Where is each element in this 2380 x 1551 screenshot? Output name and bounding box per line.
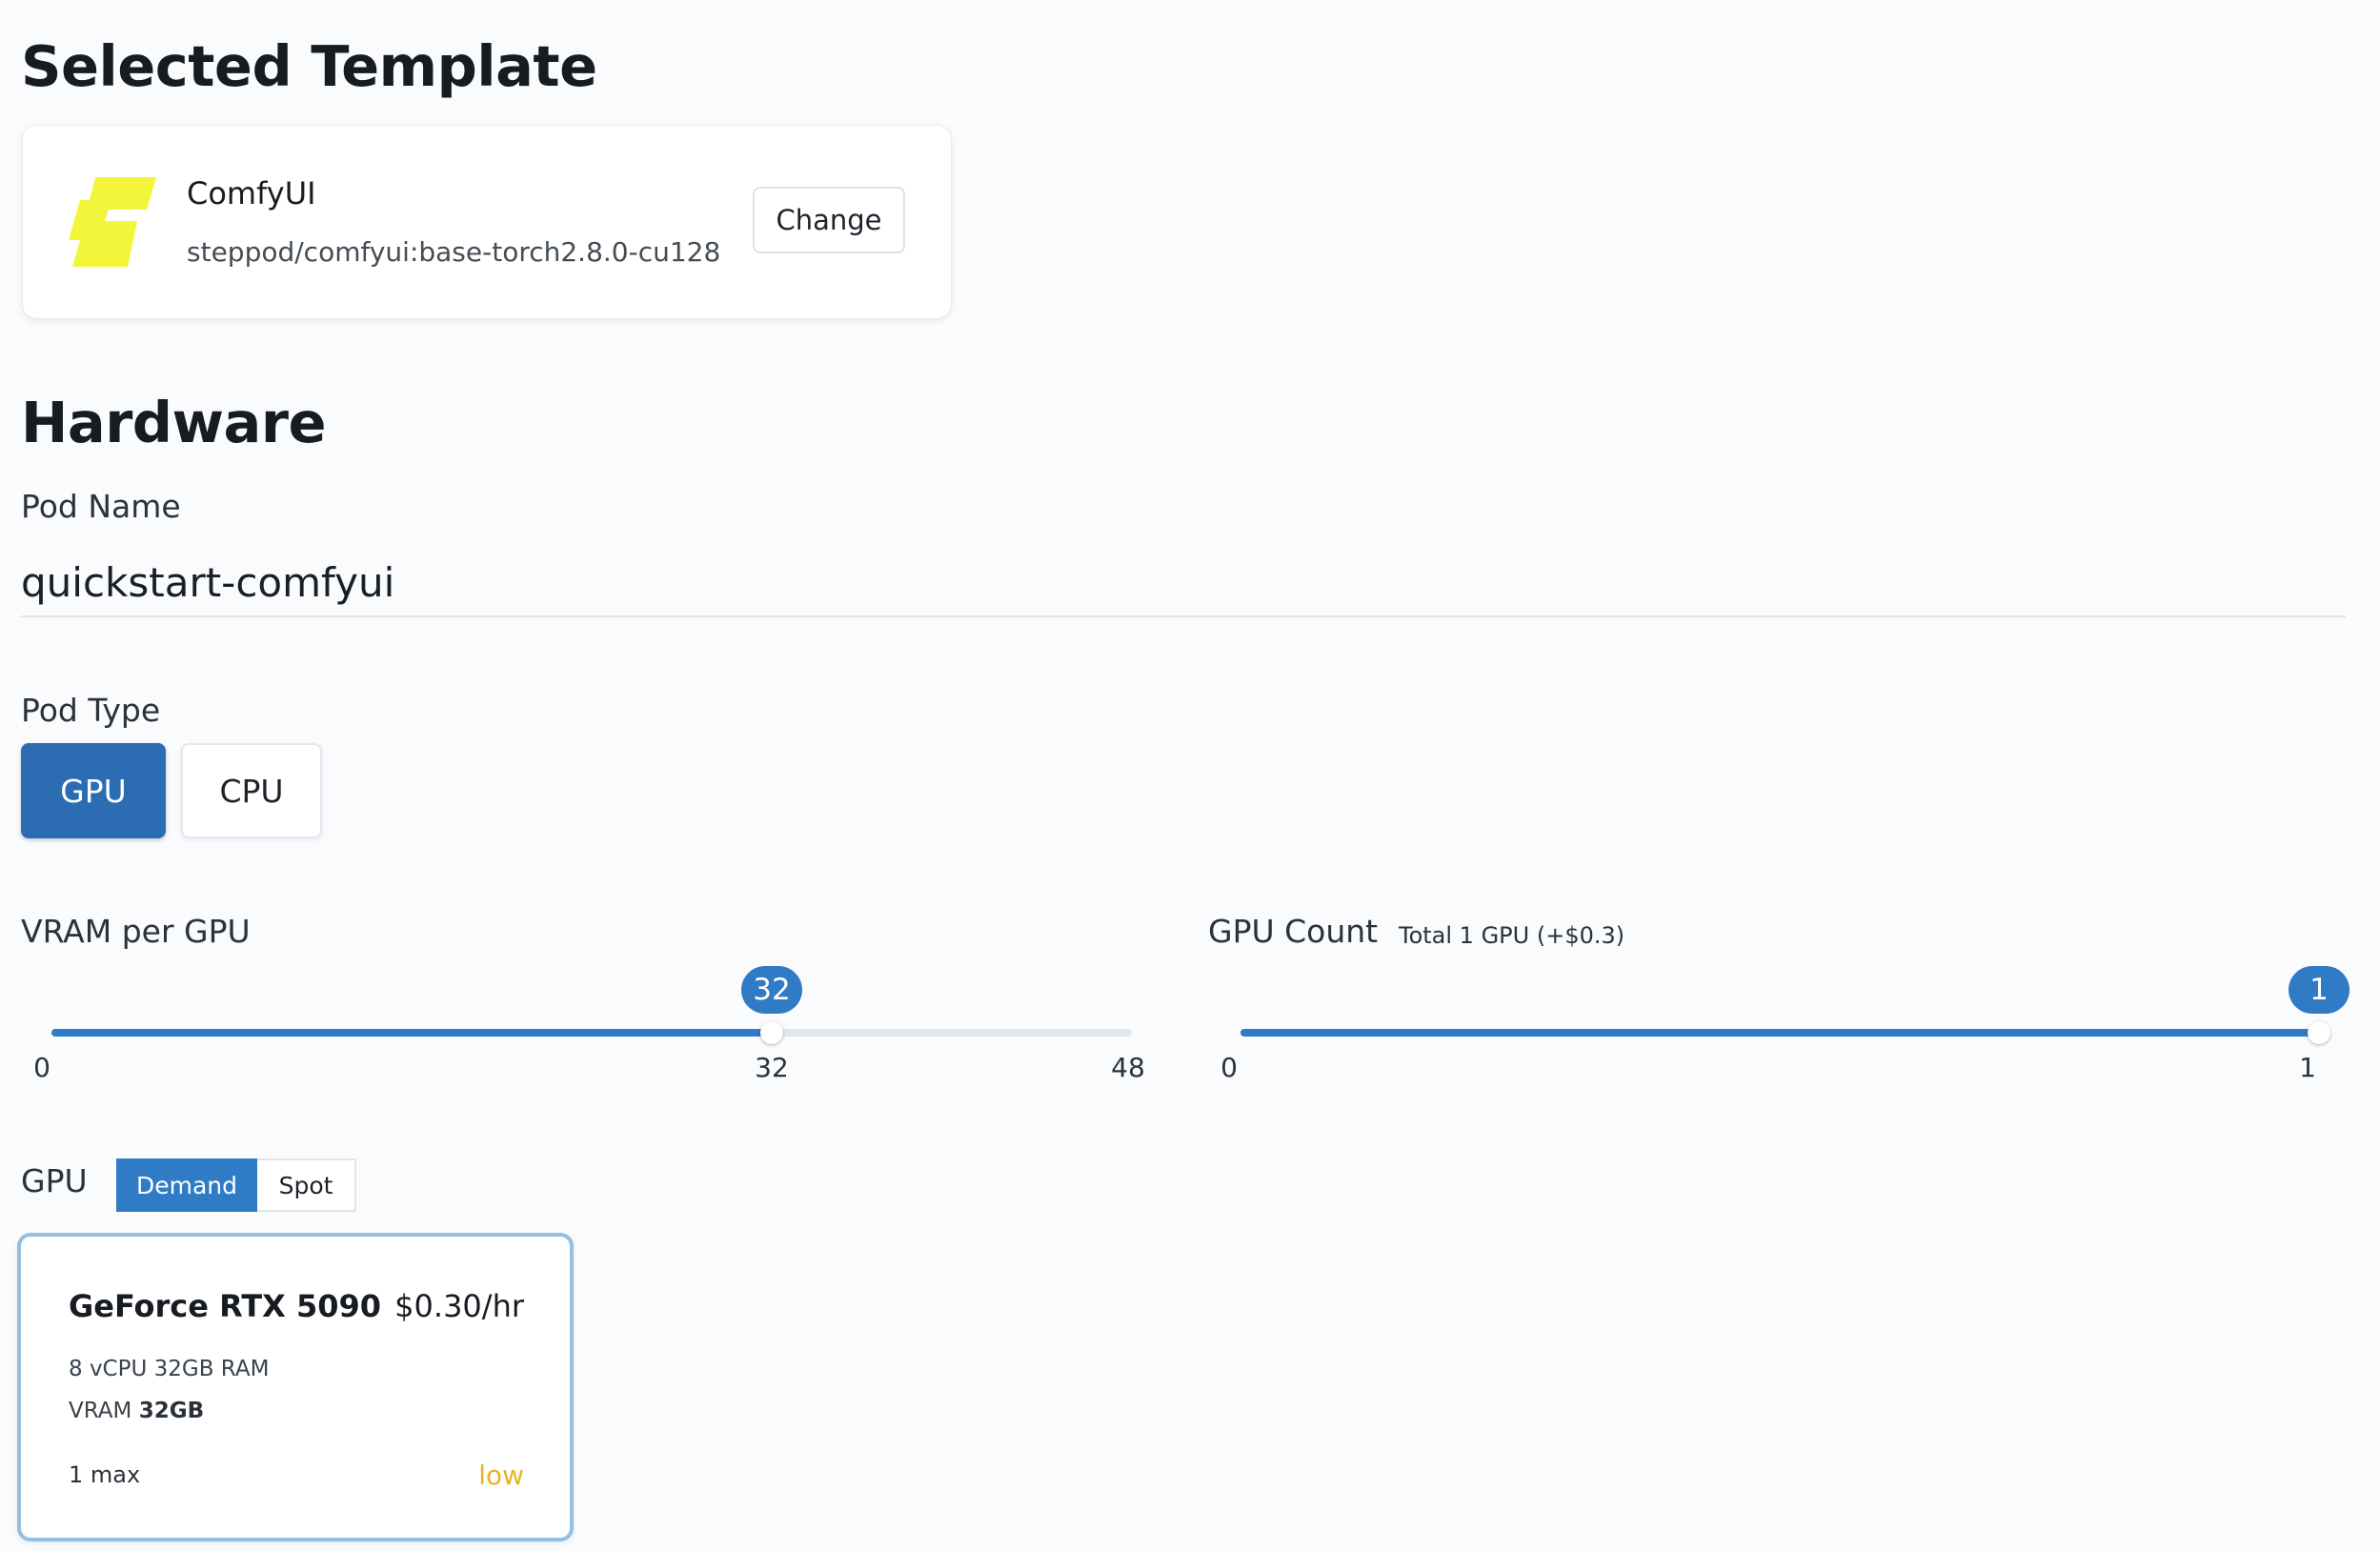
pod-name-input[interactable]: [21, 549, 2346, 617]
gpu-vram: VRAM 32GB: [69, 1399, 204, 1423]
gpu-count-label: GPU Count: [1208, 913, 1379, 950]
gpu-name: GeForce RTX 5090: [69, 1288, 382, 1324]
gpu-vram-label: VRAM: [69, 1399, 132, 1423]
gpu-count-slider-fill: [1240, 1029, 2319, 1037]
gpu-count-value-bubble: 1: [2289, 966, 2350, 1014]
vram-slider-label: VRAM per GPU: [21, 913, 251, 950]
gpu-max-count: 1 max: [69, 1461, 141, 1488]
change-template-button[interactable]: Change: [753, 187, 905, 253]
gpu-count-max-tick: 1: [2299, 1052, 2316, 1083]
gpu-availability-badge: low: [478, 1460, 524, 1491]
hardware-heading: Hardware: [21, 390, 326, 455]
gpu-specs: 8 vCPU 32GB RAM: [69, 1357, 270, 1381]
pricing-demand-toggle[interactable]: Demand: [116, 1158, 257, 1212]
vram-value-tick: 32: [755, 1052, 789, 1083]
gpu-label: GPU: [21, 1162, 88, 1199]
vram-slider-thumb[interactable]: [760, 1021, 783, 1044]
gpu-count-slider[interactable]: 1: [1240, 966, 2350, 1044]
pricing-spot-toggle[interactable]: Spot: [257, 1158, 356, 1212]
vram-slider[interactable]: 32: [51, 966, 1132, 1044]
vram-slider-fill: [51, 1029, 772, 1037]
gpu-count-total-note: Total 1 GPU (+$0.3): [1399, 922, 1625, 949]
pod-type-gpu-button[interactable]: GPU: [21, 743, 166, 838]
vram-max-tick: 48: [1111, 1052, 1145, 1083]
comfyui-logo-icon: [69, 177, 156, 267]
vram-min-tick: 0: [33, 1052, 50, 1083]
pod-type-label: Pod Type: [21, 692, 161, 729]
pod-type-cpu-button[interactable]: CPU: [181, 743, 322, 838]
template-image: steppod/comfyui:base-torch2.8.0-cu128: [187, 236, 721, 268]
gpu-vram-value: 32GB: [138, 1399, 205, 1423]
selected-template-heading: Selected Template: [21, 33, 597, 99]
gpu-count-slider-thumb[interactable]: [2308, 1021, 2330, 1044]
vram-value-bubble: 32: [741, 966, 802, 1014]
gpu-option-card[interactable]: GeForce RTX 5090 $0.30/hr 8 vCPU 32GB RA…: [17, 1233, 574, 1541]
pod-name-label: Pod Name: [21, 488, 181, 525]
gpu-count-min-tick: 0: [1220, 1052, 1238, 1083]
template-name: ComfyUI: [187, 175, 316, 212]
gpu-price: $0.30/hr: [394, 1288, 524, 1324]
template-card: ComfyUI steppod/comfyui:base-torch2.8.0-…: [23, 126, 951, 318]
